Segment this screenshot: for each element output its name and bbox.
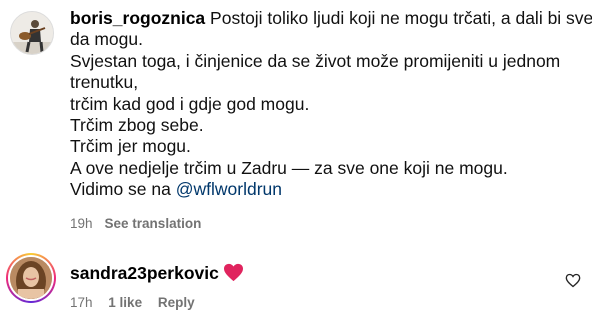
comment-line: Vidimo se na xyxy=(70,179,171,200)
avatar[interactable] xyxy=(10,11,54,55)
comment-line: Svjestan toga, i činjenice da se život m… xyxy=(70,50,561,71)
comment-text: boris_rogoznica Postoji toliko ljudi koj… xyxy=(70,8,592,201)
like-count[interactable]: 1 like xyxy=(108,295,142,310)
comment-timestamp[interactable]: 19h xyxy=(70,216,93,231)
comment-item: sandra23perkovic 17h 1 like Reply xyxy=(0,245,592,319)
comment-timestamp[interactable]: 17h xyxy=(70,295,93,310)
comment-item: boris_rogoznica Postoji toliko ljudi koj… xyxy=(0,0,592,245)
avatar-photo xyxy=(10,257,52,299)
comment-line: A ove nedjelje trčim u Zadru — za sve on… xyxy=(70,157,508,178)
avatar[interactable] xyxy=(6,253,56,303)
heart-outline-icon[interactable] xyxy=(565,273,581,289)
comment-line: Trčim jer mogu. xyxy=(70,136,191,157)
see-translation-button[interactable]: See translation xyxy=(105,216,202,231)
comment-username[interactable]: sandra23perkovic xyxy=(70,263,219,283)
comment-line: Postoji toliko ljudi koji ne mogu trčati… xyxy=(210,8,592,28)
avatar-photo xyxy=(11,12,53,54)
comment-username[interactable]: boris_rogoznica xyxy=(70,8,205,28)
comment-line: Trčim zbog sebe. xyxy=(70,115,204,136)
comment-line: da mogu. xyxy=(70,29,143,50)
reply-button[interactable]: Reply xyxy=(158,295,195,310)
comment-line: trčim kad god i gdje god mogu. xyxy=(70,93,310,114)
heart-emoji xyxy=(223,263,244,287)
mention-link[interactable]: @wflworldrun xyxy=(176,179,282,199)
comment-line: trenutku, xyxy=(70,72,139,93)
comment-meta: 19h See translation xyxy=(70,216,201,231)
comment-meta: 17h 1 like Reply xyxy=(70,295,207,310)
